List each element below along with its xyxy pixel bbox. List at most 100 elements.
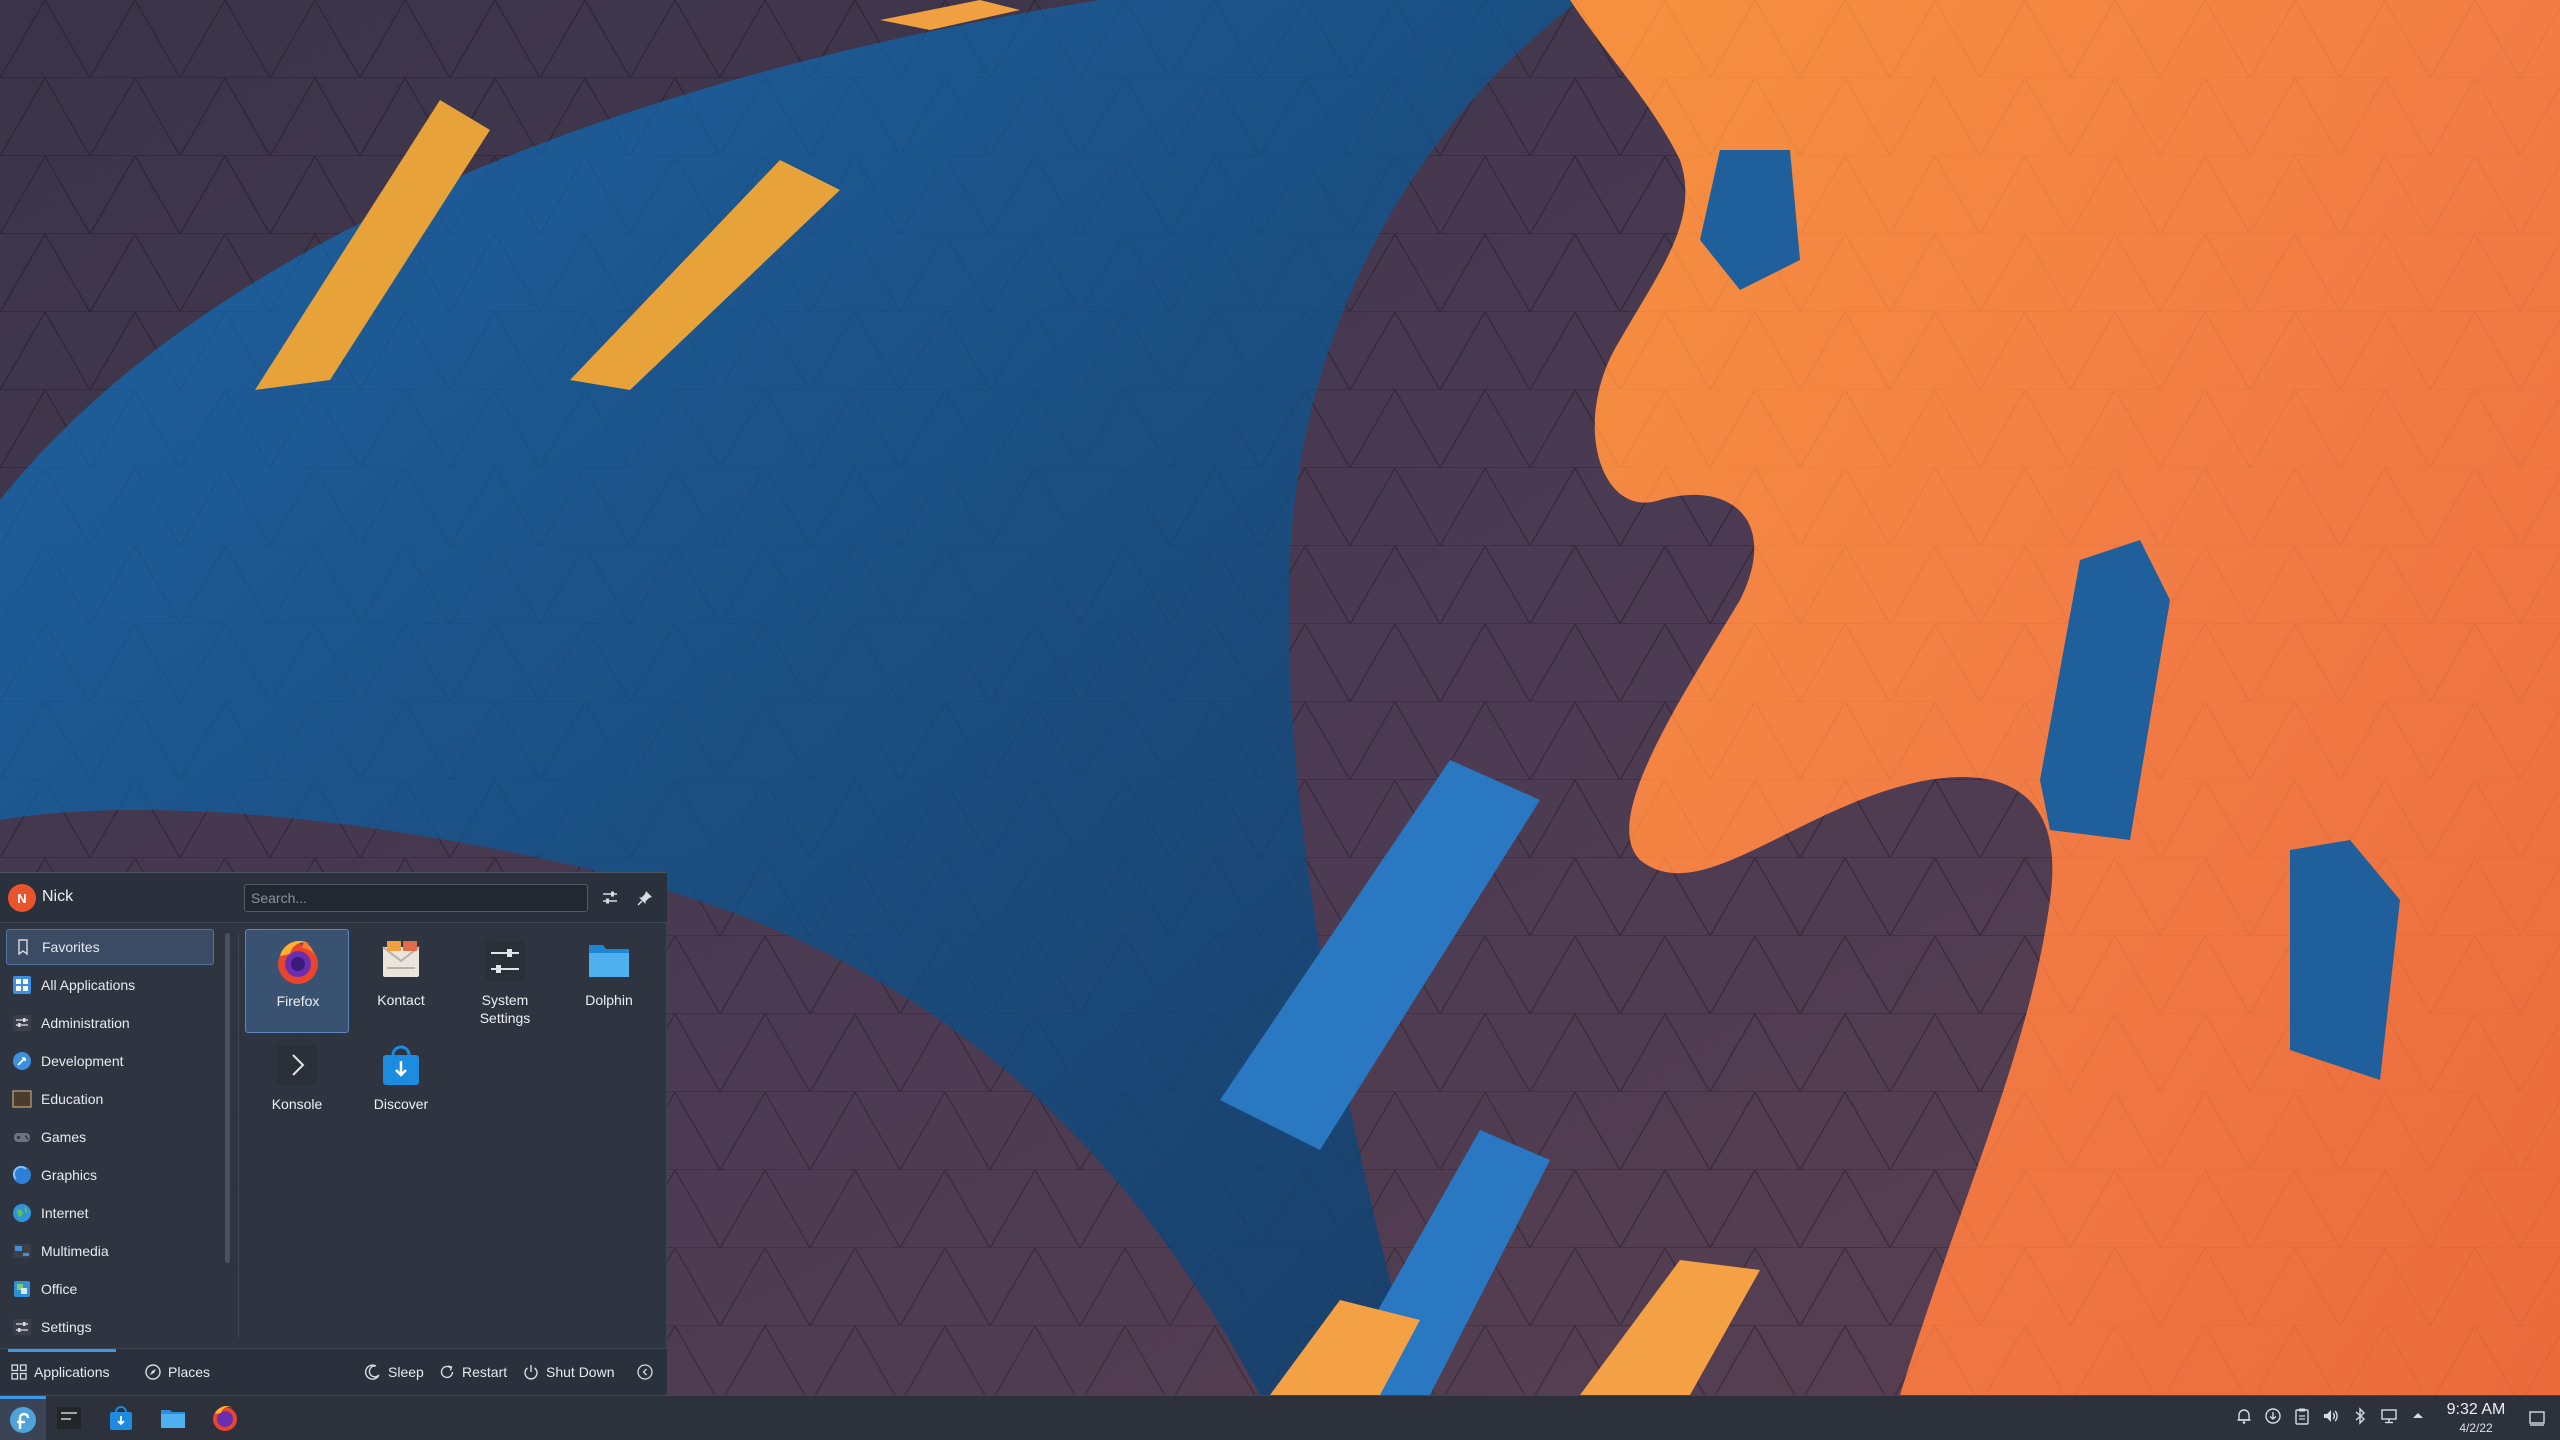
category-scrollbar[interactable] [225,933,230,1263]
sleep-button[interactable]: Sleep [364,1349,424,1395]
category-item-administration[interactable]: Administration [6,1005,214,1041]
tab-applications-label: Applications [34,1364,110,1380]
taskbar-firefox[interactable] [202,1398,248,1438]
category-label: Internet [41,1205,89,1221]
category-item-games[interactable]: Games [6,1119,214,1155]
tab-places[interactable]: Places [144,1349,210,1395]
category-label: Games [41,1129,87,1145]
tray-bluetooth[interactable] [2349,1406,2371,1430]
favorite-kontact[interactable]: Kontact [349,929,453,1033]
notification-bell-icon [2235,1407,2253,1430]
favorite-konsole[interactable]: Konsole [245,1033,349,1137]
pin-icon [637,891,652,906]
clock-time: 9:32 AM [2446,1401,2506,1418]
kontact-icon [377,937,425,985]
expand-tray-icon [2409,1407,2427,1430]
office-icon [12,1279,32,1299]
tab-applications[interactable]: Applications [10,1349,110,1395]
network-icon [2380,1407,2398,1430]
configure-button[interactable] [596,884,624,912]
favorite-label: Discover [373,1096,429,1112]
sliders-icon [603,891,617,904]
category-item-multimedia[interactable]: Multimedia [6,1233,214,1269]
restart-icon [440,1365,454,1379]
clipboard-icon [2293,1407,2311,1430]
education-icon [12,1089,32,1109]
category-item-favorites[interactable]: Favorites [6,929,214,965]
favorite-firefox[interactable]: Firefox [245,929,349,1033]
shutdown-button[interactable]: Shut Down [522,1349,614,1395]
launcher-header: N Nick [0,873,667,923]
category-label: Administration [41,1015,130,1031]
compass-icon [145,1364,161,1380]
launcher-button[interactable] [0,1396,46,1440]
category-list: Favorites All Applications Administration D… [0,923,236,1348]
tray-network[interactable] [2378,1407,2400,1429]
category-item-development[interactable]: Development [6,1043,214,1079]
favorite-label: System Settings [479,992,531,1026]
category-label: Favorites [42,939,100,955]
settings-icon [12,1317,32,1337]
taskbar: 9:32 AM 4/2/22 [0,1395,2560,1440]
clock-date: 4/2/22 [2459,1421,2493,1435]
administration-icon [12,1013,32,1033]
launcher-footer: Applications Places Sleep Restart Shut D… [0,1348,667,1396]
discover-icon [110,1406,132,1430]
category-label: Education [41,1091,104,1107]
favorite-discover[interactable]: Discover [349,1033,453,1137]
development-icon [12,1051,32,1071]
category-item-office[interactable]: Office [6,1271,214,1307]
restart-label: Restart [462,1364,508,1380]
user-name: Nick [42,888,74,905]
favorite-system-settings[interactable]: System Settings [453,929,557,1033]
favorite-dolphin[interactable]: Dolphin [557,929,661,1033]
bookmark-icon [13,937,33,957]
taskbar-dolphin[interactable] [150,1398,196,1438]
taskbar-discover[interactable] [98,1398,144,1438]
power-icon [524,1365,538,1380]
avatar[interactable]: N [8,884,36,912]
category-label: Office [41,1281,78,1297]
chevron-circle-icon [637,1364,653,1380]
tray-update[interactable] [2262,1407,2284,1429]
more-power-options-button[interactable] [636,1349,660,1395]
category-item-internet[interactable]: Internet [6,1195,214,1231]
show-desktop-button[interactable] [2526,1407,2548,1429]
multimedia-icon [12,1241,32,1261]
firefox-icon [274,938,322,986]
moon-icon [364,1364,380,1380]
fedora-icon [10,1406,36,1433]
search-input[interactable] [244,884,588,912]
tray-clipboard[interactable] [2291,1407,2313,1429]
internet-icon [12,1203,32,1223]
update-icon [2264,1407,2282,1430]
taskbar-konsole[interactable] [46,1398,92,1438]
graphics-icon [12,1165,32,1185]
tray-volume[interactable] [2320,1407,2342,1429]
volume-icon [2322,1407,2340,1430]
favorite-label: Dolphin [585,992,633,1008]
restart-button[interactable]: Restart [438,1349,507,1395]
system-settings-icon [481,937,529,985]
all-applications-icon [12,975,32,995]
category-label: Multimedia [41,1243,109,1259]
konsole-icon [57,1407,81,1429]
favorite-label: Kontact [377,992,425,1008]
category-item-graphics[interactable]: Graphics [6,1157,214,1193]
grid-icon [11,1364,27,1380]
games-icon [12,1127,32,1147]
show-desktop-icon [2529,1411,2545,1426]
discover-icon [377,1041,425,1089]
category-item-education[interactable]: Education [6,1081,214,1117]
pin-button[interactable] [631,884,659,912]
category-label: Development [41,1053,124,1069]
category-item-all-applications[interactable]: All Applications [6,967,214,1003]
sleep-label: Sleep [388,1364,424,1380]
application-launcher: N Nick Favorites All Applications Administ… [0,872,667,1396]
category-label: Settings [41,1319,92,1335]
tray-notification-bell[interactable] [2233,1407,2255,1429]
category-item-settings[interactable]: Settings [6,1309,214,1345]
favorite-label: Firefox [276,993,320,1009]
bluetooth-icon [2351,1406,2369,1430]
dolphin-icon [161,1410,185,1428]
